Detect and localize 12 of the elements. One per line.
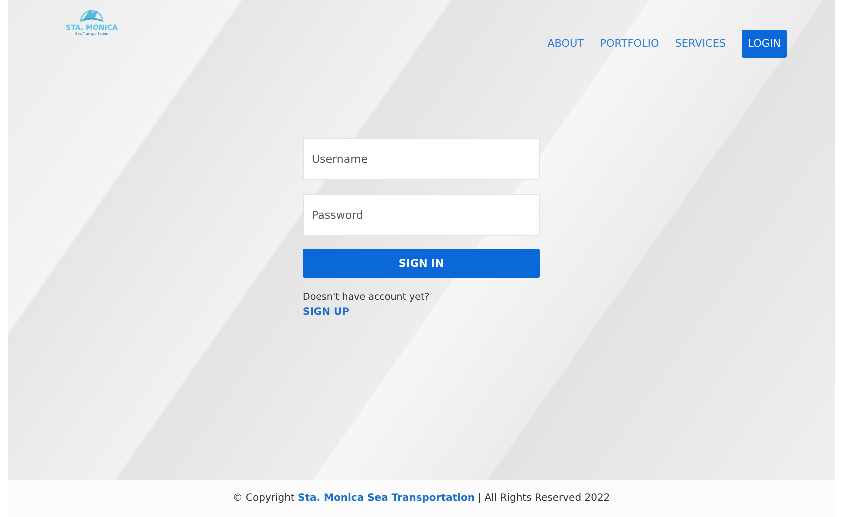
company-link[interactable]: Sta. Monica Sea Transportation bbox=[298, 493, 475, 504]
boat-logo-icon bbox=[80, 10, 104, 23]
login-button[interactable]: LOGIN bbox=[742, 30, 787, 58]
nav-link[interactable]: ABOUT bbox=[548, 31, 584, 57]
copyright-text: © Copyright Sta. Monica Sea Transportation | All Rights Reserved 2022 bbox=[232, 493, 610, 504]
signup-prompt: Doesn't have account yet? bbox=[303, 292, 430, 303]
username-field[interactable]: Username bbox=[303, 138, 540, 180]
nav-link[interactable]: SERVICES bbox=[675, 31, 726, 57]
password-field[interactable]: Password bbox=[303, 194, 540, 236]
sign-up-link[interactable]: SIGN UP bbox=[303, 307, 350, 318]
sign-in-button[interactable]: SIGN IN bbox=[303, 249, 540, 278]
nav-link[interactable]: PORTFOLIO bbox=[600, 31, 660, 57]
